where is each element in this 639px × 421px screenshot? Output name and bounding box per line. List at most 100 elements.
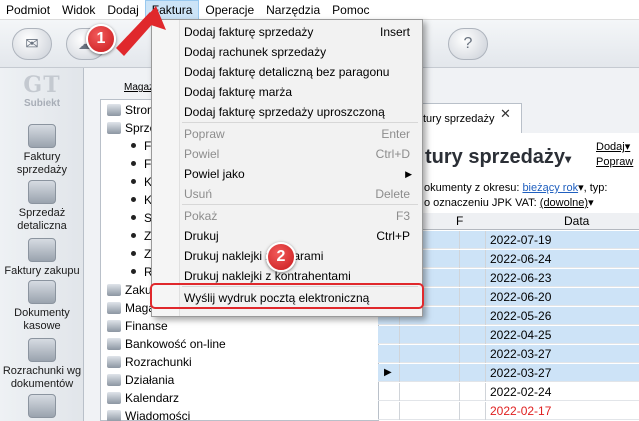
chevron-down-icon: ▾	[624, 141, 631, 153]
table-cell	[460, 307, 486, 325]
sidebar-item-dokumenty-kasowe[interactable]: Dokumenty kasowe	[0, 280, 84, 333]
tree-item-label: Rozrachunki	[125, 355, 192, 369]
menu-narzedzia[interactable]: Narzędzia	[260, 0, 326, 20]
module-icon	[107, 392, 121, 404]
tree-item[interactable]: Stron	[107, 101, 154, 119]
chevron-down-icon[interactable]: ▾	[588, 197, 594, 209]
table-cell	[378, 383, 400, 401]
menu-separator	[182, 122, 418, 123]
column-data[interactable]: Data	[564, 214, 589, 228]
sidebar-item-faktury-sprzedazy[interactable]: Faktury sprzedaży	[0, 124, 84, 177]
menu-item-label: Popraw	[184, 127, 225, 141]
menu-item[interactable]: Dodaj fakturę sprzedaży uproszczoną	[152, 102, 422, 122]
menu-item-shortcut: Enter	[381, 127, 410, 141]
table-cell	[400, 383, 460, 401]
tree-item[interactable]: S	[131, 209, 152, 227]
menu-podmiot[interactable]: Podmiot	[0, 0, 56, 20]
tree-item[interactable]: Działania	[107, 371, 174, 389]
title-caret-icon[interactable]: ▾	[565, 152, 571, 166]
filter-jpk: o oznaczeniu JPK VAT: (dowolne)▾	[424, 196, 594, 209]
menu-item[interactable]: Powiel Ctrl+D	[152, 144, 422, 164]
table-row[interactable]: 2022-03-27	[378, 345, 639, 363]
coins-icon	[28, 124, 56, 148]
tree-item[interactable]: Finanse	[107, 317, 168, 335]
tree-item[interactable]: Sprze	[107, 119, 156, 137]
tree-item[interactable]: Z	[131, 245, 151, 263]
tree-item[interactable]: K	[131, 173, 152, 191]
tree-item[interactable]: F	[131, 155, 151, 173]
dodaj-link-text: Dodaj	[596, 141, 625, 153]
menu-item[interactable]: Dodaj fakturę marża	[152, 82, 422, 102]
column-f[interactable]: F	[456, 214, 463, 228]
tree-item-label: Stron	[125, 103, 154, 117]
sidebar-item-rozrachunki[interactable]: Rozrachunki wg dokumentów	[0, 338, 84, 391]
table-row[interactable]: 2022-02-17	[378, 402, 639, 420]
table-row[interactable]: 2022-02-24	[378, 383, 639, 401]
highlight-box	[150, 283, 424, 309]
tree-item[interactable]: Wiadomości	[107, 407, 190, 421]
module-icon	[107, 374, 121, 386]
menu-item[interactable]: Powiel jako ▶	[152, 164, 422, 184]
menu-item-label: Powiel	[184, 147, 220, 161]
tree-item[interactable]: Z	[131, 227, 151, 245]
magazyn-label[interactable]: Magaz	[124, 82, 154, 93]
tree-item[interactable]: F	[131, 137, 151, 155]
tree-item[interactable]: Rozrachunki	[107, 353, 192, 371]
tree-item-label: Bankowość on-line	[125, 337, 226, 351]
date-cell: 2022-04-25	[490, 328, 552, 342]
tree-item[interactable]: Kalendarz	[107, 389, 179, 407]
documents-icon	[28, 238, 56, 262]
menu-widok[interactable]: Widok	[56, 0, 101, 20]
bullet-icon	[131, 161, 136, 166]
date-cell: 2022-02-17	[490, 404, 552, 418]
close-icon[interactable]: ✕	[500, 106, 511, 122]
tree-item[interactable]: Bankowość on-line	[107, 335, 226, 353]
menu-item[interactable]: Pokaż F3	[152, 206, 422, 226]
send-icon[interactable]: ✉	[12, 28, 52, 60]
menu-item-label: Dodaj fakturę detaliczną bez paragonu	[184, 65, 390, 79]
period-dropdown[interactable]: bieżący rok	[522, 182, 578, 194]
dodaj-link[interactable]: Dodaj▾	[596, 140, 630, 153]
table-cell	[460, 288, 486, 306]
menu-item[interactable]: Usuń Delete	[152, 184, 422, 204]
table-cell	[460, 269, 486, 287]
sidebar-item-user[interactable]	[0, 394, 84, 421]
tree-item[interactable]: R	[131, 263, 153, 281]
bullet-icon	[131, 215, 136, 220]
menu-item-label: Drukuj	[184, 229, 219, 243]
page-title: tury sprzedaży▾	[425, 146, 571, 169]
table-row[interactable]: ▶ 2022-03-27	[378, 364, 639, 382]
date-cell: 2022-03-27	[490, 347, 552, 361]
help-icon[interactable]: ?	[448, 28, 488, 60]
popraw-link[interactable]: Popraw	[596, 156, 633, 168]
filter-period-label: okumenty z okresu:	[424, 182, 520, 194]
menu-item[interactable]: Popraw Enter	[152, 124, 422, 144]
bullet-icon	[131, 251, 136, 256]
date-cell: 2022-06-23	[490, 271, 552, 285]
filter-jpk-label: o oznaczeniu JPK VAT:	[424, 197, 537, 209]
table-cell	[460, 326, 486, 344]
menu-operacje[interactable]: Operacje	[199, 0, 260, 20]
menu-item[interactable]: Dodaj fakturę sprzedaży Insert	[152, 22, 422, 42]
table-cell	[460, 345, 486, 363]
bullet-icon	[131, 179, 136, 184]
tree-item[interactable]: K	[131, 191, 152, 209]
filter-type-label: , typ:	[583, 182, 608, 194]
table-cell	[400, 345, 460, 363]
menu-faktura[interactable]: Faktura	[144, 0, 200, 20]
menu-pomoc[interactable]: Pomoc	[326, 0, 375, 20]
menu-dodaj[interactable]: Dodaj	[101, 0, 144, 20]
table-cell	[378, 326, 400, 344]
table-row[interactable]: 2022-04-25	[378, 326, 639, 344]
sidebar-item-label: Faktury zakupu	[4, 265, 80, 277]
sidebar-item-faktury-zakupu[interactable]: Faktury zakupu	[0, 238, 84, 278]
menu-item-label: Drukuj naklejki z towarami	[184, 249, 324, 263]
sidebar-item-label: Sprzedaż detaliczna	[17, 207, 67, 232]
sidebar-item-sprzedaz-detaliczna[interactable]: Sprzedaż detaliczna	[0, 180, 84, 233]
menu-item[interactable]: Dodaj fakturę detaliczną bez paragonu	[152, 62, 422, 82]
jpk-dropdown[interactable]: (dowolne)	[540, 197, 588, 209]
step-2-badge: 2	[266, 242, 296, 272]
menu-item[interactable]: Dodaj rachunek sprzedaży	[152, 42, 422, 62]
menu-item-label: Dodaj fakturę sprzedaży	[184, 25, 314, 39]
logo-mark: GT	[23, 72, 61, 98]
